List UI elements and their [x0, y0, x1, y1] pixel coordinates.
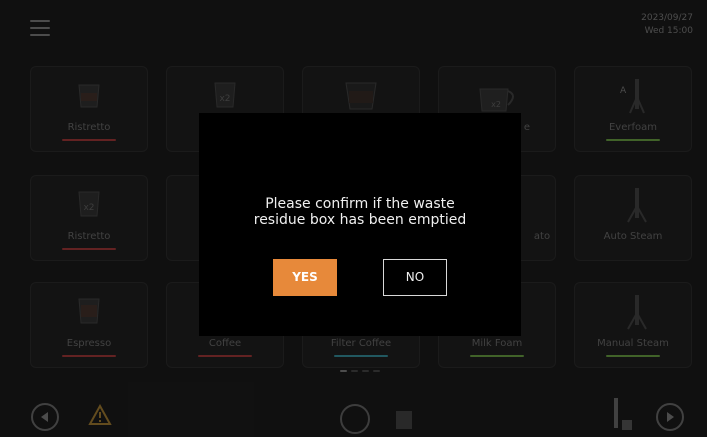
confirm-dialog: Please confirm if the waste residue box … — [199, 113, 521, 336]
dialog-message-line1: Please confirm if the waste — [265, 196, 455, 212]
no-button[interactable]: NO — [383, 259, 447, 296]
yes-button[interactable]: YES — [273, 259, 337, 296]
dialog-message-line2: residue box has been emptied — [253, 212, 467, 228]
dialog-message: Please confirm if the waste residue box … — [199, 196, 521, 228]
